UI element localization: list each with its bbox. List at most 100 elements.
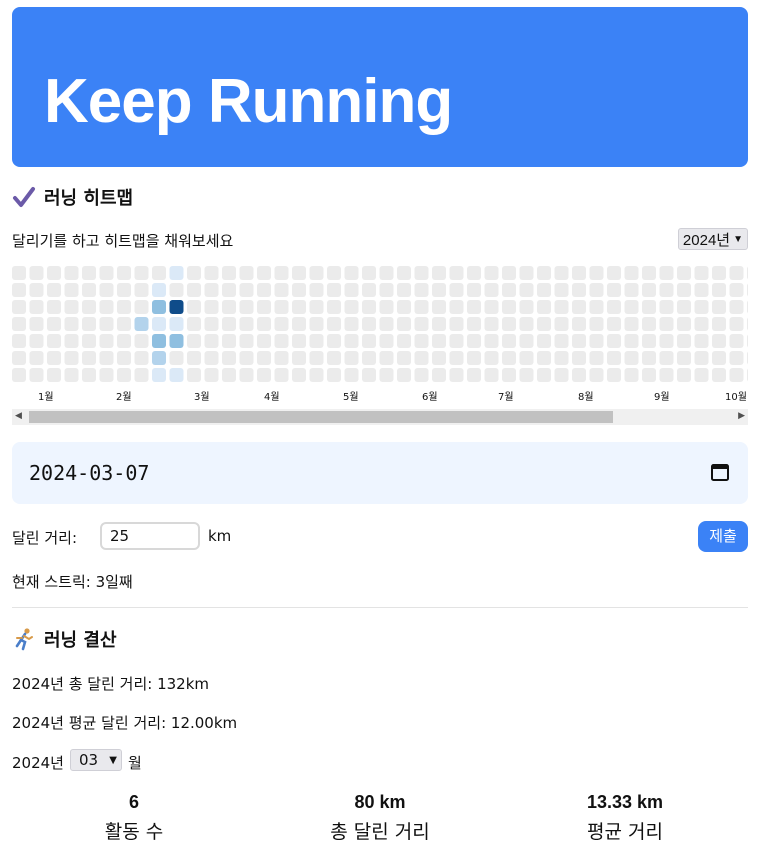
heatmap-cell[interactable] xyxy=(519,283,534,297)
heatmap-cell[interactable] xyxy=(134,351,149,365)
heatmap-cell[interactable] xyxy=(327,300,341,314)
distance-input[interactable]: 25 xyxy=(100,522,200,550)
heatmap-cell[interactable] xyxy=(169,283,184,297)
heatmap-cell[interactable] xyxy=(397,351,411,365)
heatmap-cell[interactable] xyxy=(64,283,79,297)
heatmap-cell[interactable] xyxy=(327,334,341,348)
heatmap-cell[interactable] xyxy=(677,283,691,297)
heatmap-cell[interactable] xyxy=(397,300,411,314)
heatmap-cell[interactable] xyxy=(327,283,341,297)
heatmap-cell[interactable] xyxy=(274,300,289,314)
heatmap-cell[interactable] xyxy=(572,351,586,365)
heatmap-cell[interactable] xyxy=(257,266,271,280)
heatmap-cell[interactable] xyxy=(467,300,481,314)
heatmap-cell[interactable] xyxy=(554,283,569,297)
heatmap-cell[interactable] xyxy=(344,334,359,348)
heatmap-cell[interactable] xyxy=(624,266,639,280)
heatmap-cell[interactable] xyxy=(134,300,149,314)
heatmap-cell[interactable] xyxy=(204,317,219,331)
heatmap-cell[interactable] xyxy=(204,266,219,280)
heatmap-cell[interactable] xyxy=(239,300,254,314)
heatmap-cell[interactable] xyxy=(274,368,289,382)
heatmap-cell[interactable] xyxy=(502,334,516,348)
heatmap-cell[interactable] xyxy=(432,300,446,314)
heatmap-cell[interactable] xyxy=(642,334,656,348)
heatmap-cell[interactable] xyxy=(729,300,744,314)
heatmap-cell[interactable] xyxy=(694,283,709,297)
heatmap-cell[interactable] xyxy=(47,351,61,365)
heatmap-cell-active[interactable] xyxy=(169,317,184,331)
heatmap-cell[interactable] xyxy=(379,283,394,297)
heatmap-cell[interactable] xyxy=(414,334,429,348)
heatmap-cell[interactable] xyxy=(537,300,551,314)
heatmap-cell-active[interactable] xyxy=(152,351,166,365)
heatmap-cell[interactable] xyxy=(187,266,201,280)
heatmap-cell[interactable] xyxy=(117,334,131,348)
heatmap-cell[interactable] xyxy=(519,368,534,382)
heatmap-cell[interactable] xyxy=(537,283,551,297)
heatmap-cell[interactable] xyxy=(484,351,499,365)
heatmap-cell[interactable] xyxy=(344,283,359,297)
heatmap-cell[interactable] xyxy=(82,266,96,280)
heatmap-cell[interactable] xyxy=(99,266,114,280)
heatmap-cell[interactable] xyxy=(117,351,131,365)
heatmap-cell[interactable] xyxy=(344,368,359,382)
heatmap-cell-active[interactable] xyxy=(169,334,184,348)
heatmap-cell[interactable] xyxy=(624,368,639,382)
heatmap-cell[interactable] xyxy=(379,334,394,348)
heatmap-cell[interactable] xyxy=(12,368,26,382)
heatmap-cell[interactable] xyxy=(432,266,446,280)
heatmap-cell[interactable] xyxy=(362,334,376,348)
heatmap-cell[interactable] xyxy=(47,334,61,348)
heatmap-cell[interactable] xyxy=(274,351,289,365)
heatmap-cell[interactable] xyxy=(309,351,324,365)
heatmap-cell[interactable] xyxy=(607,266,621,280)
heatmap-cell[interactable] xyxy=(659,351,674,365)
heatmap-cell[interactable] xyxy=(187,317,201,331)
heatmap-cell[interactable] xyxy=(309,266,324,280)
heatmap-cell[interactable] xyxy=(712,283,726,297)
heatmap-cell[interactable] xyxy=(292,266,306,280)
heatmap-cell[interactable] xyxy=(257,317,271,331)
heatmap-cell[interactable] xyxy=(642,283,656,297)
heatmap-cell[interactable] xyxy=(309,368,324,382)
heatmap-cell[interactable] xyxy=(694,266,709,280)
heatmap-cell[interactable] xyxy=(502,351,516,365)
heatmap-cell[interactable] xyxy=(12,300,26,314)
heatmap-cell[interactable] xyxy=(537,317,551,331)
heatmap-cell[interactable] xyxy=(222,283,236,297)
heatmap-cell[interactable] xyxy=(292,283,306,297)
heatmap-cell[interactable] xyxy=(187,351,201,365)
heatmap-cell[interactable] xyxy=(222,300,236,314)
heatmap-cell[interactable] xyxy=(327,368,341,382)
heatmap-cell[interactable] xyxy=(729,351,744,365)
heatmap-cell[interactable] xyxy=(47,317,61,331)
heatmap-cell[interactable] xyxy=(292,368,306,382)
heatmap-cell[interactable] xyxy=(677,334,691,348)
heatmap-cell[interactable] xyxy=(554,368,569,382)
heatmap-cell[interactable] xyxy=(449,266,464,280)
heatmap-cell[interactable] xyxy=(589,334,604,348)
heatmap-cell[interactable] xyxy=(502,266,516,280)
heatmap-cell[interactable] xyxy=(239,351,254,365)
heatmap-cell[interactable] xyxy=(134,283,149,297)
heatmap-cell[interactable] xyxy=(257,300,271,314)
heatmap-cell[interactable] xyxy=(64,351,79,365)
heatmap-cell[interactable] xyxy=(607,351,621,365)
heatmap-cell[interactable] xyxy=(222,368,236,382)
heatmap-cell[interactable] xyxy=(554,266,569,280)
heatmap-cell[interactable] xyxy=(327,317,341,331)
heatmap-cell[interactable] xyxy=(362,351,376,365)
heatmap-cell[interactable] xyxy=(292,351,306,365)
heatmap-cell[interactable] xyxy=(64,266,79,280)
heatmap-cell[interactable] xyxy=(624,351,639,365)
heatmap-cell[interactable] xyxy=(169,351,184,365)
heatmap-cell[interactable] xyxy=(292,334,306,348)
heatmap-cell[interactable] xyxy=(659,317,674,331)
heatmap-cell[interactable] xyxy=(29,351,44,365)
heatmap-cell[interactable] xyxy=(467,351,481,365)
heatmap-cell[interactable] xyxy=(624,334,639,348)
heatmap-cell[interactable] xyxy=(694,334,709,348)
heatmap-cell[interactable] xyxy=(99,368,114,382)
heatmap-cell[interactable] xyxy=(344,317,359,331)
